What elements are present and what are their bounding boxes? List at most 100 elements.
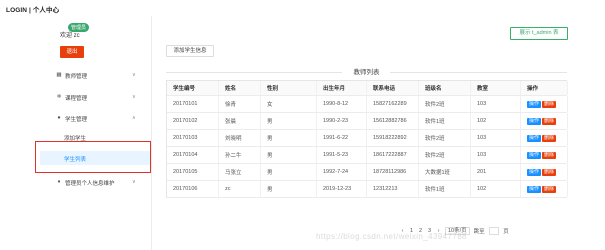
table-row: 20170103 刘晓明 男 1991-6-22 15918222892 软件2…	[167, 130, 568, 147]
column-header: 联系电话	[367, 81, 419, 95]
cell-room: 103	[471, 130, 521, 146]
app-title: LOGIN | 个人中心	[6, 7, 60, 14]
welcome-text: 欢迎 zc	[60, 33, 80, 39]
cell-actions: 操作 删除	[521, 130, 568, 146]
cell-class: 大数据1班	[419, 164, 471, 180]
delete-button[interactable]: 删除	[542, 134, 557, 142]
cell-gender: 男	[261, 181, 317, 197]
highlight-box	[35, 141, 151, 173]
cell-phone: 18728112986	[367, 164, 419, 180]
cell-actions: 操作 删除	[521, 181, 568, 197]
cell-gender: 男	[261, 113, 317, 129]
cell-class: 软件2班	[419, 147, 471, 163]
delete-button[interactable]: 删除	[542, 185, 557, 193]
delete-button[interactable]: 删除	[542, 100, 557, 108]
cell-name: 马张立	[219, 164, 261, 180]
edit-button[interactable]: 操作	[527, 100, 542, 108]
edit-button[interactable]: 操作	[527, 168, 542, 176]
show-admin-table-button[interactable]: 展示 t_admin 表	[510, 27, 568, 40]
chevron-down-icon: ∨	[132, 72, 136, 78]
cell-name: 张晨	[219, 113, 261, 129]
column-header: 姓名	[219, 81, 261, 95]
cell-actions: 操作 删除	[521, 96, 568, 112]
cell-birth: 1992-7-24	[317, 164, 367, 180]
cell-birth: 1991-6-22	[317, 130, 367, 146]
cell-class: 软件1班	[419, 113, 471, 129]
cell-name: 孙二牛	[219, 147, 261, 163]
cell-birth: 1990-2-23	[317, 113, 367, 129]
sidebar-item-teacher[interactable]: ▦ 教师管理 ∨	[40, 68, 150, 84]
student-table: 学生编号 姓名 性别 出生年月 联系电话 班级名 教室 操作 20170101 …	[166, 80, 568, 198]
watermark: https://blog.csdn.net/weixin_43947788	[316, 232, 467, 241]
cell-gender: 女	[261, 96, 317, 112]
cell-room: 102	[471, 113, 521, 129]
column-header: 学生编号	[167, 81, 219, 95]
sidebar-item-student[interactable]: ● 学生管理 ∧	[40, 111, 150, 127]
cell-birth: 1991-5-23	[317, 147, 367, 163]
delete-button[interactable]: 删除	[542, 168, 557, 176]
column-header: 出生年月	[317, 81, 367, 95]
table-row: 20170105 马张立 男 1992-7-24 18728112986 大数据…	[167, 164, 568, 181]
add-student-button[interactable]: 添加学生信息	[166, 45, 214, 57]
cell-student-id: 20170106	[167, 181, 219, 197]
cell-gender: 男	[261, 130, 317, 146]
sidebar-item-label: 管理员个人信息维护	[65, 181, 115, 187]
sidebar-item-admin-info[interactable]: ♦ 管理员个人信息维护 ∨	[40, 175, 150, 191]
cell-actions: 操作 删除	[521, 147, 568, 163]
gear-icon: ✲	[56, 94, 62, 100]
goto-page-input[interactable]	[488, 227, 500, 235]
cell-class: 软件2班	[419, 96, 471, 112]
cell-gender: 男	[261, 164, 317, 180]
sidebar-item-label: 课程管理	[65, 96, 88, 102]
table-row: 20170104 孙二牛 男 1991-5-23 18617222887 软件2…	[167, 147, 568, 164]
logout-button[interactable]: 退出	[60, 46, 84, 58]
cell-birth: 2019-12-23	[317, 181, 367, 197]
cell-actions: 操作 删除	[521, 164, 568, 180]
chevron-down-icon: ∨	[132, 179, 136, 185]
chevron-up-icon: ∧	[132, 115, 136, 121]
cell-student-id: 20170103	[167, 130, 219, 146]
cell-room: 103	[471, 96, 521, 112]
cell-birth: 1990-8-12	[317, 96, 367, 112]
column-header: 性别	[261, 81, 317, 95]
cell-student-id: 20170101	[167, 96, 219, 112]
top-bar: LOGIN | 个人中心	[0, 0, 605, 16]
edit-button[interactable]: 操作	[527, 117, 542, 125]
cell-phone: 15827162289	[367, 96, 419, 112]
sidebar: 管理员 欢迎 zc 退出 ▦ 教师管理 ∨ ✲ 课程管理 ∨ ● 学生管理 ∧ …	[40, 16, 152, 250]
cell-room: 201	[471, 164, 521, 180]
cell-name: zc	[219, 181, 261, 197]
column-header: 操作	[521, 81, 568, 95]
cell-name: 徐青	[219, 96, 261, 112]
column-header: 班级名	[419, 81, 471, 95]
page-unit-label: 页	[503, 229, 509, 235]
chevron-down-icon: ∨	[132, 94, 136, 100]
cell-phone: 15918222892	[367, 130, 419, 146]
sidebar-item-course[interactable]: ✲ 课程管理 ∨	[40, 90, 150, 106]
table-row: 20170106 zc 男 2019-12-23 12312213 软件1班 1…	[167, 181, 568, 198]
edit-button[interactable]: 操作	[527, 151, 542, 159]
cell-student-id: 20170105	[167, 164, 219, 180]
table-row: 20170102 张晨 男 1990-2-23 15612882786 软件1班…	[167, 113, 568, 130]
column-header: 教室	[471, 81, 521, 95]
edit-button[interactable]: 操作	[527, 185, 542, 193]
cell-name: 刘晓明	[219, 130, 261, 146]
cell-class: 软件1班	[419, 181, 471, 197]
cell-room: 102	[471, 181, 521, 197]
goto-label: 跳至	[473, 229, 485, 235]
cell-gender: 男	[261, 147, 317, 163]
cell-room: 103	[471, 147, 521, 163]
sidebar-item-label: 教师管理	[65, 74, 88, 80]
cell-phone: 12312213	[367, 181, 419, 197]
cell-actions: 操作 删除	[521, 113, 568, 129]
cell-phone: 15612882786	[367, 113, 419, 129]
location-icon: ♦	[57, 179, 61, 185]
edit-button[interactable]: 操作	[527, 134, 542, 142]
grid-icon: ▦	[56, 72, 62, 78]
table-header-row: 学生编号 姓名 性别 出生年月 联系电话 班级名 教室 操作	[167, 81, 568, 96]
delete-button[interactable]: 删除	[542, 117, 557, 125]
cell-student-id: 20170104	[167, 147, 219, 163]
cell-class: 软件2班	[419, 130, 471, 146]
cell-student-id: 20170102	[167, 113, 219, 129]
delete-button[interactable]: 删除	[542, 151, 557, 159]
